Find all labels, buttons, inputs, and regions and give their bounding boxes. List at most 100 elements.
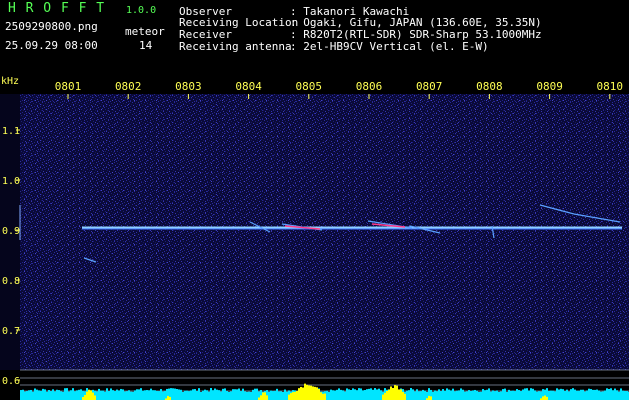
level-bar: [514, 391, 516, 393]
level-bar: [338, 388, 340, 393]
level-peak: [290, 393, 292, 400]
level-bar: [516, 389, 518, 393]
level-bar: [460, 388, 462, 393]
level-peak: [296, 390, 298, 400]
level-bar: [102, 390, 104, 393]
level-bar: [498, 391, 500, 393]
level-bar: [360, 388, 362, 393]
level-bar: [140, 388, 142, 393]
level-bar: [30, 389, 32, 393]
level-peak: [388, 389, 390, 400]
level-bar: [418, 391, 420, 393]
level-bar: [152, 390, 154, 393]
level-peak: [314, 386, 316, 400]
frequency-tick-label: 1.1: [2, 126, 20, 137]
time-tick-label: 0808: [476, 80, 503, 93]
level-bar: [404, 391, 406, 393]
level-bar: [280, 391, 282, 393]
level-peak: [396, 385, 398, 400]
level-bar: [242, 388, 244, 393]
level-bar: [282, 391, 284, 393]
level-bar: [190, 390, 192, 393]
level-bar: [490, 391, 492, 393]
level-bar: [182, 391, 184, 393]
level-bar: [604, 390, 606, 393]
level-peak: [398, 389, 400, 400]
frequency-tick-label: 0.6: [2, 376, 20, 387]
level-bar: [258, 391, 260, 393]
level-bar: [602, 391, 604, 393]
level-bar: [500, 391, 502, 393]
level-bar: [410, 388, 412, 393]
level-peak: [320, 392, 322, 400]
spectrogram-noise-overlay: [20, 94, 629, 370]
level-bar: [600, 391, 602, 393]
level-bar: [96, 391, 98, 393]
level-bar: [252, 389, 254, 393]
level-bar: [408, 390, 410, 393]
frequency-tick-label: 1.0: [2, 176, 20, 187]
level-bar: [284, 389, 286, 393]
level-bar: [34, 388, 36, 393]
level-bar: [374, 388, 376, 393]
level-bar: [48, 390, 50, 393]
level-bar: [414, 391, 416, 393]
level-bar: [248, 391, 250, 393]
level-bar: [184, 390, 186, 393]
level-bar: [366, 389, 368, 393]
level-bar: [266, 390, 268, 393]
level-peak: [288, 394, 290, 400]
level-bar: [136, 389, 138, 393]
level-bar: [80, 389, 82, 393]
level-bar: [144, 390, 146, 393]
level-bar: [194, 389, 196, 393]
level-bar: [126, 391, 128, 393]
level-bar: [330, 389, 332, 393]
level-peak: [92, 392, 94, 400]
level-bar: [528, 390, 530, 393]
time-tick-label: 0801: [55, 80, 82, 93]
level-bar: [230, 391, 232, 393]
level-bar: [362, 390, 364, 393]
level-bar: [504, 388, 506, 393]
level-bar: [142, 390, 144, 393]
level-bar: [160, 389, 162, 393]
level-bar: [476, 390, 478, 393]
level-peak: [260, 395, 262, 400]
level-bar: [564, 390, 566, 393]
time-tick-label: 0809: [536, 80, 563, 93]
level-bar: [456, 390, 458, 393]
level-bar: [32, 391, 34, 393]
level-bar: [624, 391, 626, 393]
level-bar: [232, 389, 234, 393]
level-bar: [226, 390, 228, 393]
level-peak: [292, 392, 294, 400]
level-bar: [120, 388, 122, 393]
level-bar: [36, 389, 38, 393]
level-peak: [386, 390, 388, 400]
level-bar: [570, 389, 572, 393]
level-bar: [112, 390, 114, 393]
frequency-tick-label: 0.8: [2, 276, 20, 287]
level-bar: [480, 391, 482, 393]
level-bar: [92, 389, 94, 393]
level-peak: [86, 391, 88, 400]
level-bar: [148, 390, 150, 393]
level-bar: [218, 390, 220, 393]
level-bar: [166, 388, 168, 393]
level-bar: [424, 390, 426, 393]
level-bar: [106, 388, 108, 393]
frequency-unit-label: kHz: [1, 76, 19, 87]
level-bar: [606, 388, 608, 393]
level-bar: [370, 388, 372, 393]
level-peak: [302, 387, 304, 400]
level-bar: [270, 390, 272, 393]
level-bar: [228, 391, 230, 393]
level-bar: [620, 388, 622, 393]
level-bar: [214, 388, 216, 393]
level-bar: [510, 390, 512, 393]
level-bar: [550, 390, 552, 393]
level-bar: [150, 388, 152, 393]
level-bar: [78, 389, 80, 393]
level-bar: [354, 389, 356, 393]
